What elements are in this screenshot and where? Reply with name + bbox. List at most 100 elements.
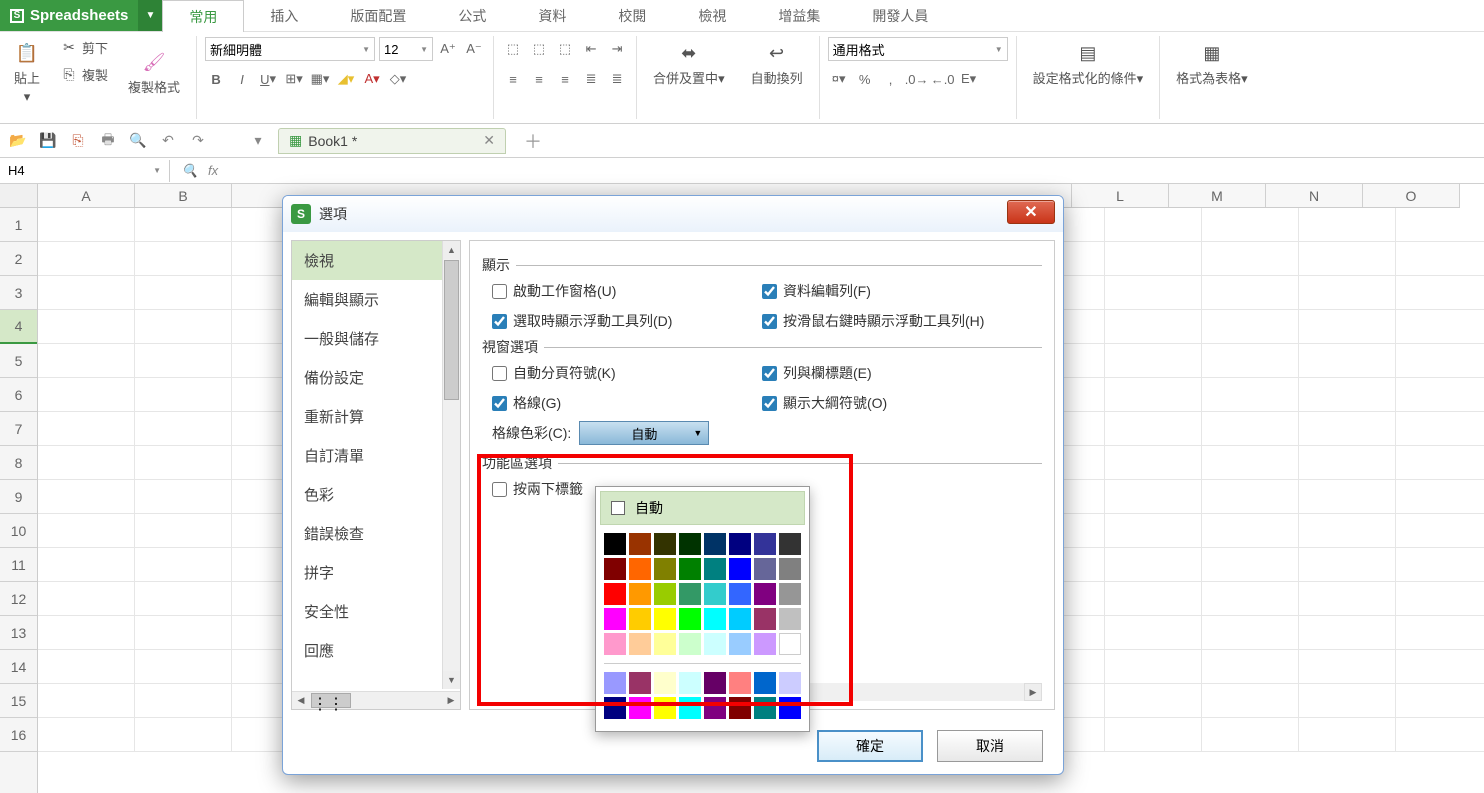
cell[interactable] <box>38 276 135 310</box>
sidebar-vscroll[interactable]: ▲ ▼ <box>442 241 460 689</box>
cell[interactable] <box>1396 310 1484 344</box>
sidebar-item[interactable]: 編輯與顯示 <box>292 280 442 319</box>
color-swatch[interactable] <box>604 697 626 719</box>
cell[interactable] <box>1299 718 1396 752</box>
open-icon[interactable]: 📂 <box>8 131 28 151</box>
cell[interactable] <box>1202 718 1299 752</box>
cell[interactable] <box>1105 514 1202 548</box>
cell[interactable] <box>1396 276 1484 310</box>
color-swatch[interactable] <box>629 558 651 580</box>
color-swatch[interactable] <box>779 633 801 655</box>
ok-button[interactable]: 確定 <box>817 730 923 762</box>
checkbox-option[interactable]: 格線(G) <box>492 393 722 413</box>
row-header[interactable]: 6 <box>0 378 37 412</box>
cell[interactable] <box>1299 650 1396 684</box>
color-swatch[interactable] <box>779 672 801 694</box>
cell[interactable] <box>135 514 232 548</box>
checkbox-input[interactable] <box>492 396 507 411</box>
align-middle-icon[interactable]: ⬚ <box>528 38 550 60</box>
tab-layout[interactable]: 版面配置 <box>324 0 432 32</box>
color-swatch[interactable] <box>654 697 676 719</box>
col-header[interactable]: M <box>1169 184 1266 207</box>
cell[interactable] <box>135 276 232 310</box>
sidebar-item[interactable]: 重新計算 <box>292 397 442 436</box>
cell[interactable] <box>38 514 135 548</box>
color-swatch[interactable] <box>654 583 676 605</box>
cell[interactable] <box>1105 412 1202 446</box>
color-swatch[interactable] <box>704 633 726 655</box>
font-name-select[interactable]: 新細明體▼ <box>205 37 375 61</box>
sidebar-item[interactable]: 錯誤檢查 <box>292 514 442 553</box>
checkbox-input[interactable] <box>492 366 507 381</box>
checkbox-option[interactable]: 自動分頁符號(K) <box>492 363 722 383</box>
row-header[interactable]: 14 <box>0 650 37 684</box>
cell[interactable] <box>1396 718 1484 752</box>
justify-icon[interactable]: ≣ <box>580 68 602 90</box>
document-tab[interactable]: ▦ Book1 * ✕ <box>278 128 506 154</box>
checkbox-input[interactable] <box>492 314 507 329</box>
checkbox-option[interactable]: 顯示大綱符號(O) <box>762 393 992 413</box>
underline-button[interactable]: U▾ <box>257 68 279 90</box>
checkbox-input[interactable] <box>762 396 777 411</box>
cell[interactable] <box>1105 242 1202 276</box>
row-header[interactable]: 16 <box>0 718 37 752</box>
bold-button[interactable]: B <box>205 68 227 90</box>
color-swatch[interactable] <box>654 633 676 655</box>
checkbox-input[interactable] <box>492 284 507 299</box>
cell[interactable] <box>135 310 232 344</box>
cell[interactable] <box>38 684 135 718</box>
scroll-thumb[interactable]: ⋮⋮ <box>311 693 351 708</box>
cell[interactable] <box>1202 242 1299 276</box>
color-swatch[interactable] <box>704 583 726 605</box>
cell[interactable] <box>38 446 135 480</box>
row-header[interactable]: 2 <box>0 242 37 276</box>
color-swatch[interactable] <box>754 608 776 630</box>
color-swatch[interactable] <box>704 672 726 694</box>
color-swatch[interactable] <box>679 533 701 555</box>
scroll-right-icon[interactable]: ▶ <box>1024 683 1042 701</box>
cell[interactable] <box>1202 684 1299 718</box>
color-swatch[interactable] <box>704 608 726 630</box>
color-swatch[interactable] <box>679 672 701 694</box>
palette-auto-option[interactable]: 自動 <box>600 491 805 525</box>
color-swatch[interactable] <box>754 672 776 694</box>
row-header[interactable]: 11 <box>0 548 37 582</box>
checkbox-option[interactable]: 按滑鼠右鍵時顯示浮動工具列(H) <box>762 311 992 331</box>
checkbox-option[interactable]: 資料編輯列(F) <box>762 281 992 301</box>
cell[interactable] <box>1105 548 1202 582</box>
sidebar-item[interactable]: 檢視 <box>292 241 442 280</box>
border-button[interactable]: ⊞▾ <box>283 68 305 90</box>
decrease-indent-icon[interactable]: ⇤ <box>580 38 602 60</box>
cell[interactable] <box>1105 582 1202 616</box>
color-swatch[interactable] <box>604 533 626 555</box>
distribute-icon[interactable]: ≣ <box>606 68 628 90</box>
color-swatch[interactable] <box>704 697 726 719</box>
fill-color-button[interactable]: ◢▾ <box>335 68 357 90</box>
color-swatch[interactable] <box>654 533 676 555</box>
color-swatch[interactable] <box>729 672 751 694</box>
color-swatch[interactable] <box>704 533 726 555</box>
color-swatch[interactable] <box>779 697 801 719</box>
col-header[interactable]: O <box>1363 184 1460 207</box>
cell[interactable] <box>38 616 135 650</box>
cell[interactable] <box>1396 446 1484 480</box>
checkbox-input[interactable] <box>762 366 777 381</box>
cell[interactable] <box>135 446 232 480</box>
cell[interactable] <box>1105 446 1202 480</box>
checkbox-option[interactable]: 選取時顯示浮動工具列(D) <box>492 311 722 331</box>
scroll-up-icon[interactable]: ▲ <box>443 241 460 259</box>
redo-icon[interactable]: ↷ <box>188 131 208 151</box>
color-swatch[interactable] <box>679 558 701 580</box>
sidebar-item[interactable]: 回應 <box>292 631 442 670</box>
cancel-button[interactable]: 取消 <box>937 730 1043 762</box>
cell[interactable] <box>38 208 135 242</box>
new-tab-button[interactable]: ＋ <box>516 128 550 154</box>
copy-button[interactable]: ⎘複製 <box>56 63 112 86</box>
cell[interactable] <box>1299 582 1396 616</box>
grid-color-select[interactable]: 自動 ▼ <box>579 421 709 445</box>
dialog-close-button[interactable]: ✕ <box>1007 200 1055 224</box>
color-swatch[interactable] <box>779 558 801 580</box>
scroll-left-icon[interactable]: ◀ <box>292 692 310 709</box>
color-swatch[interactable] <box>654 558 676 580</box>
cell[interactable] <box>1396 548 1484 582</box>
